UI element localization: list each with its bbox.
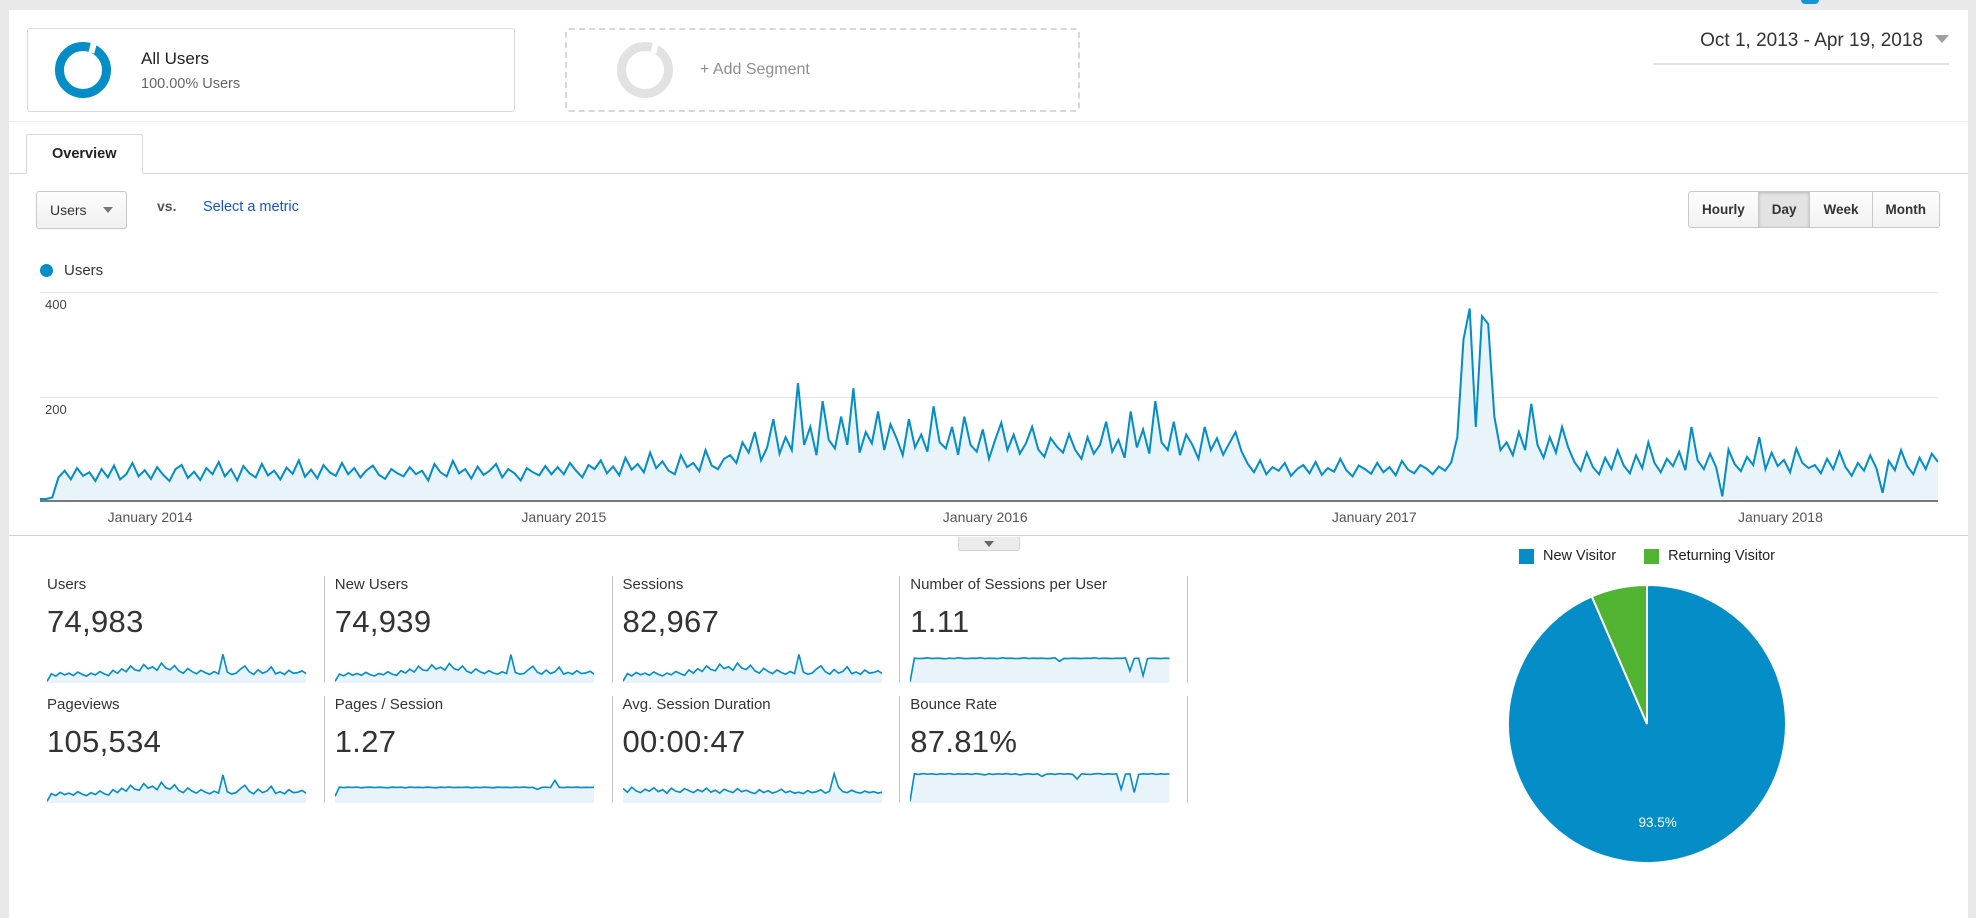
pie-percentage-label: 93.5%: [1638, 814, 1677, 830]
metric-value: 82,967: [622, 604, 720, 639]
metric-value: 105,534: [47, 724, 162, 759]
metric-card-pages-per-session[interactable]: Pages / Session 1.27: [325, 696, 613, 803]
metric-row-1: Users 74,983 New Users 74,939 Sessions 8…: [38, 576, 1188, 683]
granularity-button-group: Hourly Day Week Month: [1687, 191, 1940, 228]
segment-subtitle: 100.00% Users: [141, 75, 241, 92]
metric-label: Pages / Session: [334, 696, 444, 713]
date-range-text: Oct 1, 2013 - Apr 19, 2018: [1700, 30, 1923, 51]
x-axis-tick-label: January 2016: [942, 509, 1028, 525]
metric-sparkline: [334, 778, 595, 803]
x-axis-tick-label: January 2017: [1331, 509, 1417, 525]
legend-item-new-visitor: New Visitor: [1519, 548, 1616, 564]
chart-section-divider: [9, 529, 1968, 551]
help-icon-fragment: [1801, 0, 1819, 4]
users-legend-label: Users: [64, 261, 104, 279]
metric-label: Number of Sessions per User: [910, 576, 1107, 593]
segment-header-row: All Users 100.00% Users + Add Segment Oc…: [9, 10, 1968, 122]
metric-card-users[interactable]: Users 74,983: [38, 576, 325, 683]
new-visitor-label: New Visitor: [1543, 548, 1617, 564]
metric-value: 87.81%: [910, 724, 1018, 759]
metric-sparkline: [334, 654, 595, 683]
metric-value: 00:00:47: [622, 724, 746, 759]
visitor-type-pie-block: New Visitor Returning Visitor 93.5%: [1489, 548, 1805, 866]
metric-label: Users: [47, 576, 87, 593]
metric-card-avg-session-duration[interactable]: Avg. Session Duration 00:00:47: [613, 696, 901, 803]
segment-texts: All Users 100.00% Users: [141, 49, 240, 92]
metric-select-value: Users: [50, 202, 87, 218]
metric-sparkline: [910, 656, 1170, 683]
metric-label: Bounce Rate: [910, 696, 997, 713]
tab-overview[interactable]: Overview: [26, 134, 143, 174]
x-axis-tick-label: January 2015: [521, 509, 607, 525]
metric-value: 1.11: [910, 604, 970, 639]
metric-sparkline: [47, 774, 307, 803]
date-range-caret-icon: [1935, 35, 1949, 50]
summary-section: Users 74,983 New Users 74,939 Sessions 8…: [9, 536, 1968, 864]
metric-cards: Users 74,983 New Users 74,939 Sessions 8…: [38, 536, 1188, 803]
granularity-day-button[interactable]: Day: [1758, 191, 1811, 228]
metric-sparkline: [622, 770, 882, 803]
users-timeseries-svg: [40, 308, 1938, 500]
add-segment-label: + Add Segment: [700, 61, 810, 78]
granularity-hourly-button[interactable]: Hourly: [1687, 191, 1759, 228]
vs-label: vs.: [157, 198, 177, 214]
segment-title: All Users: [141, 48, 210, 68]
metric-label: Avg. Session Duration: [622, 696, 771, 713]
ga-audience-overview: { "colors": { "blue": "#058dc7", "green"…: [0, 0, 1976, 918]
returning-visitor-swatch-icon: [1644, 548, 1660, 564]
granularity-month-button[interactable]: Month: [1872, 191, 1940, 228]
metric-value: 1.27: [334, 724, 397, 759]
add-segment-donut-icon: [617, 42, 673, 98]
x-axis-tick-label: January 2014: [107, 509, 193, 525]
metric-sparkline: [910, 772, 1170, 803]
metric-card-sessions-per-user[interactable]: Number of Sessions per User 1.11: [900, 576, 1188, 683]
controls-row: Users vs. Select a metric Hourly Day Wee…: [9, 174, 1968, 250]
dropdown-caret-icon: [102, 207, 113, 218]
metric-sparkline: [47, 654, 307, 683]
metric-label: New Users: [334, 576, 409, 593]
chart-legend: Users: [40, 258, 1968, 282]
tabs-row: Overview: [9, 122, 1968, 174]
metric-card-pageviews[interactable]: Pageviews 105,534: [38, 696, 325, 803]
segment-card-all-users[interactable]: All Users 100.00% Users: [27, 28, 515, 112]
granularity-week-button[interactable]: Week: [1810, 191, 1873, 228]
metric-sparkline: [622, 654, 882, 683]
metric-value: 74,983: [47, 604, 144, 639]
add-segment-button[interactable]: + Add Segment: [565, 28, 1080, 112]
new-visitor-swatch-icon: [1519, 548, 1534, 564]
metric-value: 74,939: [334, 604, 432, 639]
date-range-picker[interactable]: Oct 1, 2013 - Apr 19, 2018: [1653, 30, 1949, 65]
pie-legend: New Visitor Returning Visitor: [1489, 548, 1805, 564]
metric-row-2: Pageviews 105,534 Pages / Session 1.27 A…: [38, 696, 1188, 803]
metric-card-sessions[interactable]: Sessions 82,967: [613, 576, 901, 683]
returning-visitor-label: Returning Visitor: [1668, 548, 1775, 564]
x-axis-labels: January 2014 January 2015 January 2016 Janu…: [40, 502, 1938, 529]
x-axis-tick-label: January 2018: [1738, 509, 1823, 525]
metric-card-bounce-rate[interactable]: Bounce Rate 87.81%: [900, 696, 1188, 803]
segment-donut-icon: [55, 42, 111, 98]
users-timeseries-chart[interactable]: 400 200: [40, 292, 1938, 502]
metric-label: Pageviews: [47, 696, 120, 713]
select-a-metric-link[interactable]: Select a metric: [203, 199, 299, 215]
metric-select-dropdown[interactable]: Users: [36, 191, 127, 229]
visitor-type-pie-chart[interactable]: 93.5%: [1505, 582, 1789, 866]
main-panel: All Users 100.00% Users + Add Segment Oc…: [9, 10, 1968, 918]
legend-item-returning-visitor: Returning Visitor: [1644, 548, 1775, 564]
users-legend-dot-icon: [40, 263, 53, 277]
metric-label: Sessions: [622, 576, 684, 593]
metric-card-new-users[interactable]: New Users 74,939: [325, 576, 613, 683]
